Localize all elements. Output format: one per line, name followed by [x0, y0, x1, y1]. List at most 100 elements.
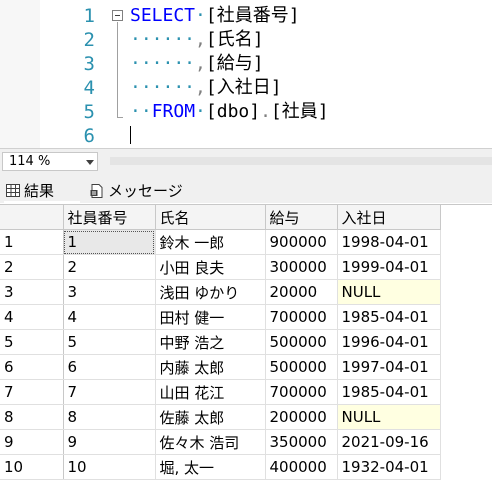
row-number-header[interactable] [0, 205, 64, 230]
fold-guide [117, 22, 118, 118]
results-tabs: 結果 メッセージ [0, 175, 492, 203]
table-cell[interactable]: 1985-04-01 [337, 304, 441, 330]
table-row[interactable]: 10 10 堀, 太一 400000 1932-04-01 [0, 454, 441, 480]
code-token: , [195, 77, 206, 98]
tab-results-label: 結果 [24, 182, 55, 200]
table-row[interactable]: 2 2 小田 良夫 300000 1999-04-01 [0, 254, 441, 280]
tab-messages[interactable]: メッセージ [88, 180, 188, 202]
table-cell[interactable]: 400000 [265, 454, 338, 480]
column-header[interactable]: 氏名 [155, 205, 266, 230]
table-cell[interactable]: 20000 [265, 279, 338, 305]
table-cell[interactable]: 小田 良夫 [155, 254, 266, 280]
table-cell[interactable]: 2021-09-16 [337, 429, 441, 455]
table-cell[interactable]: 700000 [265, 304, 338, 330]
collapse-icon[interactable] [112, 10, 123, 21]
table-row[interactable]: 6 6 内藤 太郎 500000 1997-04-01 [0, 354, 441, 380]
table-row[interactable]: 1 1 鈴木 一郎 900000 1998-04-01 [0, 229, 441, 255]
sql-editor[interactable]: 123456 SELECT·[社員番号] ······,[氏名] ······,[給… [0, 0, 492, 148]
code-token: , [195, 29, 206, 50]
line-number: 4 [83, 77, 95, 99]
table-cell[interactable]: 700000 [265, 379, 338, 405]
table-cell[interactable]: 佐藤 太郎 [155, 404, 266, 430]
row-number[interactable]: 8 [0, 404, 64, 430]
row-number[interactable]: 3 [0, 279, 64, 305]
table-cell[interactable]: 浅田 ゆかり [155, 279, 266, 305]
table-cell[interactable]: 200000 [265, 404, 338, 430]
code-line[interactable]: ······,[給与] [130, 52, 264, 76]
row-number[interactable]: 2 [0, 254, 64, 280]
table-cell[interactable]: 300000 [265, 254, 338, 280]
row-number[interactable]: 4 [0, 304, 64, 330]
table-cell[interactable]: 500000 [265, 329, 338, 355]
table-cell[interactable]: 内藤 太郎 [155, 354, 266, 380]
code-token: · [195, 101, 206, 122]
table-cell[interactable]: 1996-04-01 [337, 329, 441, 355]
table-cell[interactable]: 3 [63, 279, 156, 305]
table-cell[interactable]: NULL [337, 404, 441, 430]
code-token: , [195, 53, 206, 74]
code-token: · [195, 5, 206, 26]
table-cell[interactable]: 1997-04-01 [337, 354, 441, 380]
table-cell[interactable]: 中野 浩之 [155, 329, 266, 355]
table-cell[interactable]: 2 [63, 254, 156, 280]
table-cell[interactable]: 鈴木 一郎 [155, 229, 266, 255]
row-number[interactable]: 9 [0, 429, 64, 455]
column-header[interactable]: 給与 [265, 205, 338, 230]
table-cell[interactable]: 5 [63, 329, 156, 355]
table-cell[interactable]: 500000 [265, 354, 338, 380]
chevron-down-icon[interactable] [86, 160, 94, 165]
row-number[interactable]: 1 [0, 229, 64, 255]
table-row[interactable]: 5 5 中野 浩之 500000 1996-04-01 [0, 329, 441, 355]
row-number[interactable]: 6 [0, 354, 64, 380]
code-token: [社員] [270, 101, 329, 122]
header-row: 社員番号 氏名 給与 入社日 [0, 205, 441, 230]
column-header[interactable]: 入社日 [337, 205, 441, 230]
code-line[interactable]: ······,[氏名] [130, 28, 264, 52]
line-number: 1 [83, 5, 95, 27]
tab-results[interactable]: 結果 [4, 180, 84, 203]
grid-icon [6, 184, 20, 197]
table-cell[interactable]: 1985-04-01 [337, 379, 441, 405]
code-token: [社員番号] [205, 5, 300, 26]
results-grid[interactable]: 社員番号 氏名 給与 入社日 1 1 鈴木 一郎 900000 1998-04-01 2 2… [0, 204, 492, 502]
table-cell[interactable]: 9 [63, 429, 156, 455]
table-cell[interactable]: 佐々木 浩司 [155, 429, 266, 455]
table-cell[interactable]: NULL [337, 279, 441, 305]
row-number[interactable]: 7 [0, 379, 64, 405]
table-cell[interactable]: 350000 [265, 429, 338, 455]
table-row[interactable]: 4 4 田村 健一 700000 1985-04-01 [0, 304, 441, 330]
table-cell[interactable]: 8 [63, 404, 156, 430]
table-cell[interactable]: 堀, 太一 [155, 454, 266, 480]
table-cell[interactable]: 10 [63, 454, 156, 480]
table-cell[interactable]: 4 [63, 304, 156, 330]
table-cell[interactable]: 7 [63, 379, 156, 405]
table-cell[interactable]: 田村 健一 [155, 304, 266, 330]
code-token: [入社日] [205, 77, 282, 98]
editor-statusbar: 114 % [0, 148, 492, 175]
table-cell[interactable]: 1998-04-01 [337, 229, 441, 255]
row-number[interactable]: 5 [0, 329, 64, 355]
table-cell[interactable]: 1932-04-01 [337, 454, 441, 480]
table-cell[interactable]: 1 [63, 229, 156, 255]
table-row[interactable]: 3 3 浅田 ゆかり 20000 NULL [0, 279, 441, 305]
code-line[interactable]: ··FROM·[dbo].[社員] [130, 100, 329, 124]
code-token: ······ [130, 53, 196, 74]
scrollbar-thumb[interactable] [110, 157, 492, 165]
code-token: ······ [130, 77, 196, 98]
table-cell[interactable]: 6 [63, 354, 156, 380]
fold-guide-end [117, 117, 123, 118]
column-header[interactable]: 社員番号 [63, 205, 156, 230]
horizontal-scrollbar[interactable] [110, 152, 492, 171]
table-cell[interactable]: 山田 花江 [155, 379, 266, 405]
table-row[interactable]: 8 8 佐藤 太郎 200000 NULL [0, 404, 441, 430]
zoom-dropdown[interactable]: 114 % [2, 152, 98, 171]
row-number[interactable]: 10 [0, 454, 64, 480]
table-row[interactable]: 9 9 佐々木 浩司 350000 2021-09-16 [0, 429, 441, 455]
code-line[interactable]: ······,[入社日] [130, 76, 282, 100]
code-line[interactable]: SELECT·[社員番号] [130, 4, 300, 28]
message-icon [90, 184, 103, 198]
table-cell[interactable]: 900000 [265, 229, 338, 255]
fold-rail [103, 0, 125, 148]
table-cell[interactable]: 1999-04-01 [337, 254, 441, 280]
table-row[interactable]: 7 7 山田 花江 700000 1985-04-01 [0, 379, 441, 405]
